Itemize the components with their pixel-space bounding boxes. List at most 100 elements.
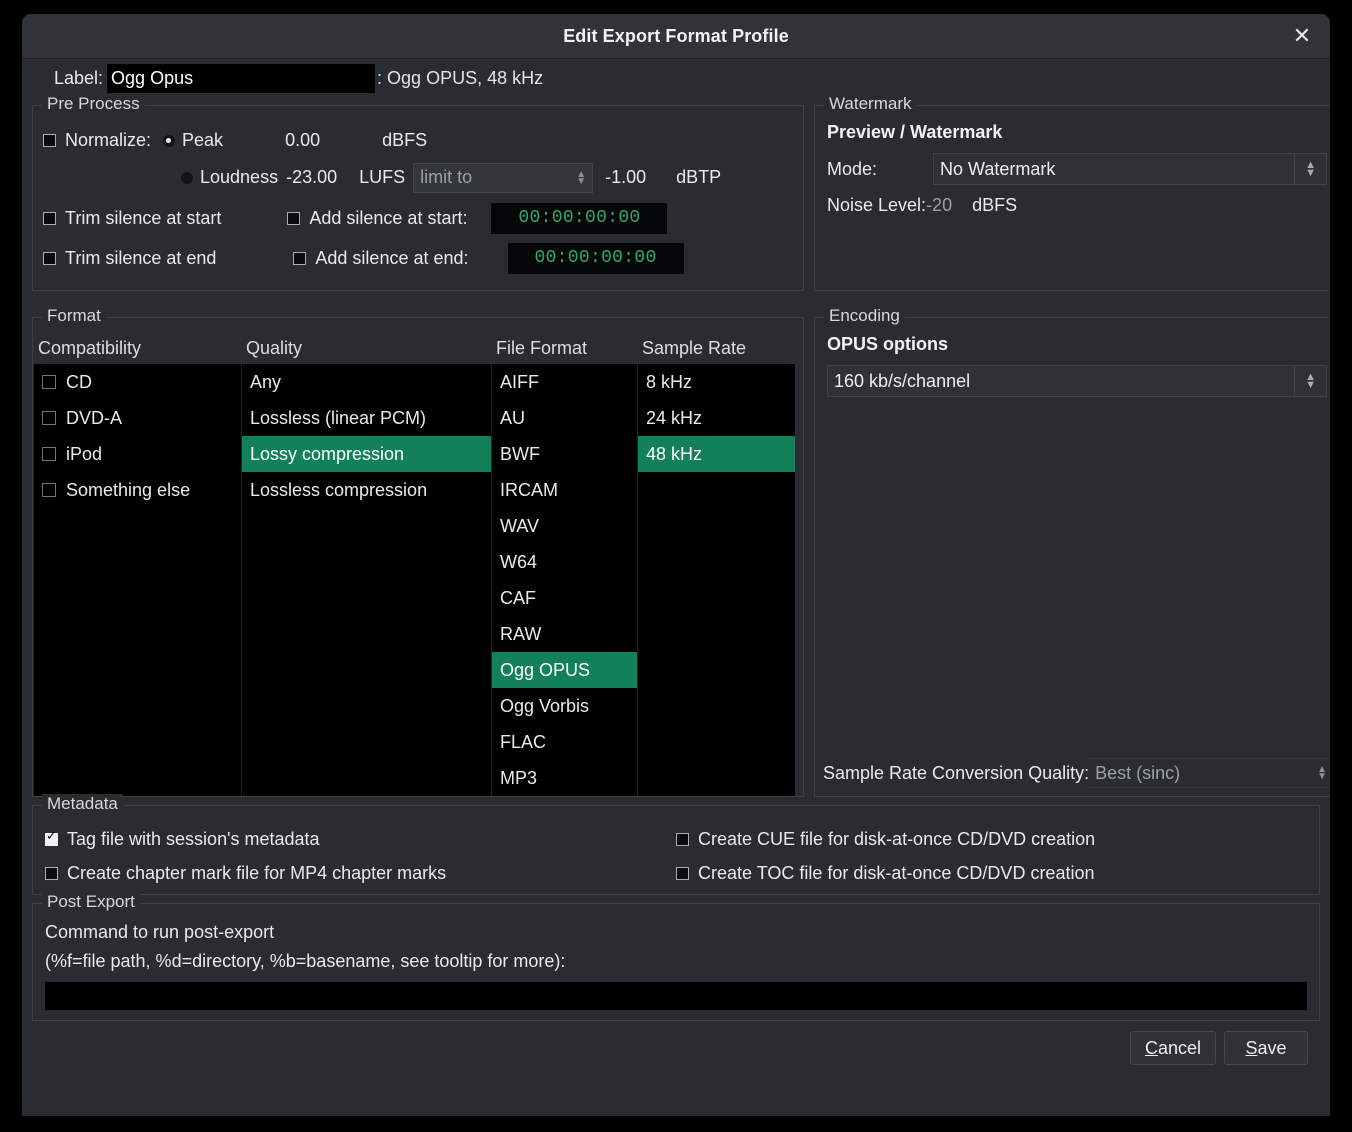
normalize-checkbox[interactable] (43, 134, 56, 147)
format-lists: Compatibility CD DVD-A iPod Something el… (33, 318, 803, 796)
list-item[interactable]: Lossless compression (242, 472, 491, 508)
add-silence-end-timecode[interactable]: 00:00:00:00 (507, 242, 684, 274)
limit-to-value[interactable]: -1.00 (605, 167, 646, 188)
noise-level-value[interactable]: -20 (926, 195, 952, 216)
compatibility-header: Compatibility (33, 336, 241, 364)
watermark-mode-row: Mode: No Watermark ▲ ▼ (827, 153, 1327, 185)
loudness-row: Loudness -23.00 LUFS limit to ▲ ▼ -1.00 d… (43, 157, 793, 198)
tag-file-metadata-checkbox[interactable] (45, 829, 58, 846)
list-item[interactable]: FLAC (492, 724, 637, 760)
list-item[interactable]: AIFF (492, 364, 637, 400)
watermark-heading: Preview / Watermark (827, 122, 1003, 142)
list-item[interactable]: W64 (492, 544, 637, 580)
file-format-list[interactable]: AIFF AU BWF IRCAM WAV W64 CAF RAW Ogg OP… (491, 364, 637, 796)
list-item[interactable]: 8 kHz (638, 364, 795, 400)
compatibility-list[interactable]: CD DVD-A iPod Something else (33, 364, 241, 796)
sample-rate-conversion-row: Sample Rate Conversion Quality: Best (si… (823, 758, 1330, 788)
list-item[interactable]: IRCAM (492, 472, 637, 508)
add-silence-end-checkbox[interactable] (293, 251, 307, 265)
cancel-button[interactable]: Cancel (1129, 1031, 1216, 1065)
loudness-unit: LUFS (359, 167, 406, 187)
post-export-group: Post Export Command to run post-export (… (32, 892, 1320, 1021)
sample-rate-column: Sample Rate 8 kHz 24 kHz 48 kHz (637, 336, 795, 796)
list-item-selected[interactable]: Lossy compression (242, 436, 491, 472)
list-item[interactable]: CD (34, 364, 241, 400)
post-export-command-input[interactable] (45, 982, 1307, 1010)
file-format-column: File Format AIFF AU BWF IRCAM WAV W64 CA… (491, 336, 637, 796)
list-item[interactable]: Something else (34, 472, 241, 508)
list-item[interactable]: Ogg Vorbis (492, 688, 637, 724)
loudness-radio[interactable] (181, 171, 193, 184)
add-silence-start-timecode[interactable]: 00:00:00:00 (491, 202, 668, 234)
watermark-group: Watermark Preview / Watermark Mode: No W… (814, 94, 1330, 291)
middle-section: Format Compatibility CD DVD-A iPod Somet… (32, 306, 1330, 797)
create-cue-file-checkbox[interactable] (676, 832, 689, 846)
limit-to-placeholder-text: limit to (420, 167, 473, 187)
metadata-options: Tag file with session's metadata Create … (45, 822, 1307, 890)
list-item[interactable]: BWF (492, 436, 637, 472)
silence-start-row: Trim silence at start Add silence at sta… (43, 198, 793, 238)
list-item-label: iPod (66, 443, 103, 464)
metadata-row[interactable]: Tag file with session's metadata (45, 822, 676, 856)
peak-value[interactable]: 0.00 (285, 130, 320, 151)
list-item[interactable]: Lossless (linear PCM) (242, 400, 491, 436)
list-item[interactable]: CAF (492, 580, 637, 616)
list-item[interactable]: DVD-A (34, 400, 241, 436)
list-item[interactable]: RAW (492, 616, 637, 652)
list-item-label: CD (66, 371, 92, 392)
compatibility-dvda-checkbox[interactable] (42, 411, 56, 425)
chevron-updown-icon[interactable]: ▲ ▼ (1294, 154, 1320, 184)
save-mnemonic: S (1245, 1037, 1258, 1058)
post-export-line2: (%f=file path, %d=directory, %b=basename… (45, 951, 566, 971)
post-export-line1: Command to run post-export (45, 922, 275, 942)
list-item[interactable]: 24 kHz (638, 400, 795, 436)
opus-bitrate-select[interactable]: 160 kb/s/channel ▲ ▼ (827, 365, 1327, 397)
compatibility-other-checkbox[interactable] (42, 483, 56, 497)
metadata-row[interactable]: Create TOC file for disk-at-once CD/DVD … (676, 856, 1307, 890)
chevron-updown-icon[interactable]: ▲ ▼ (1317, 765, 1330, 782)
metadata-row-label: Tag file with session's metadata (67, 828, 320, 849)
file-format-header: File Format (491, 336, 637, 364)
noise-level-label: Noise Level: (827, 195, 927, 215)
list-item[interactable]: WAV (492, 508, 637, 544)
compatibility-column: Compatibility CD DVD-A iPod Something el… (33, 336, 241, 796)
watermark-mode-select[interactable]: No Watermark ▲ ▼ (933, 153, 1327, 185)
list-item[interactable]: AU (492, 400, 637, 436)
create-toc-file-checkbox[interactable] (676, 866, 689, 880)
trim-silence-end-checkbox[interactable] (43, 251, 56, 265)
metadata-legend: Metadata (42, 794, 123, 814)
save-button[interactable]: Save (1224, 1031, 1308, 1065)
compatibility-cd-checkbox[interactable] (42, 375, 56, 389)
close-icon[interactable]: ✕ (1288, 22, 1316, 50)
metadata-row[interactable]: Create CUE file for disk-at-once CD/DVD … (676, 822, 1307, 856)
create-chapter-mark-file-checkbox[interactable] (45, 866, 58, 880)
metadata-group: Metadata Tag file with session's metadat… (32, 794, 1320, 895)
loudness-value[interactable]: -23.00 (286, 167, 337, 188)
profile-label-input[interactable] (107, 63, 376, 93)
list-item[interactable]: MP3 (492, 760, 637, 796)
sample-rate-list[interactable]: 8 kHz 24 kHz 48 kHz (637, 364, 795, 796)
metadata-row[interactable]: Create chapter mark file for MP4 chapter… (45, 856, 676, 890)
list-item-selected[interactable]: Ogg OPUS (492, 652, 637, 688)
limit-to-field[interactable]: limit to ▲ ▼ (413, 162, 594, 193)
encoding-legend: Encoding (824, 306, 905, 326)
compatibility-ipod-checkbox[interactable] (42, 447, 56, 461)
limit-to-unit: dBTP (676, 167, 722, 187)
top-section: Pre Process Normalize: Peak 0.00 dBFS Lo… (32, 94, 1330, 291)
list-item-selected[interactable]: 48 kHz (638, 436, 795, 472)
peak-radio[interactable] (163, 134, 176, 147)
trim-silence-start-checkbox[interactable] (43, 211, 56, 225)
quality-header: Quality (241, 336, 491, 364)
limit-to-spinner-icon[interactable]: ▲ ▼ (576, 169, 586, 186)
quality-list[interactable]: Any Lossless (linear PCM) Lossy compress… (241, 364, 491, 796)
add-silence-start-checkbox[interactable] (287, 211, 301, 225)
watermark-noise-row: Noise Level: -20 dBFS (827, 195, 1327, 216)
list-item[interactable]: iPod (34, 436, 241, 472)
sample-rate-conversion-select[interactable]: Best (sinc) ▲ ▼ (1089, 758, 1330, 788)
chevron-updown-icon[interactable]: ▲ ▼ (1294, 366, 1320, 396)
metadata-row-label: Create CUE file for disk-at-once CD/DVD … (698, 828, 1096, 849)
list-item[interactable]: Any (242, 364, 491, 400)
list-item-label: Something else (66, 479, 191, 500)
silence-end-row: Trim silence at end Add silence at end: … (43, 238, 793, 278)
normalize-label: Normalize: (65, 130, 152, 150)
